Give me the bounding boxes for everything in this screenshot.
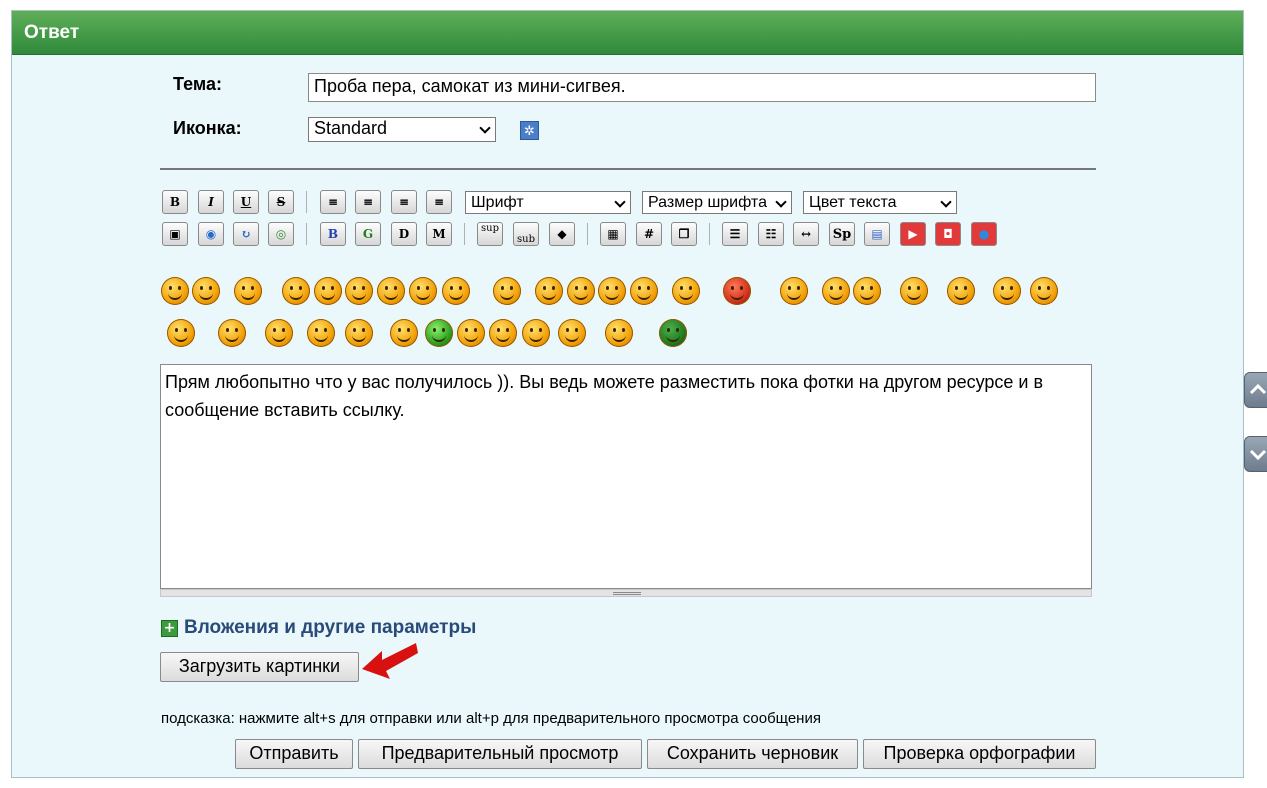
sub-button[interactable]: sub	[513, 222, 539, 246]
smiley-icon[interactable]	[822, 277, 850, 305]
text-color-select[interactable]: Цвет текста	[803, 191, 957, 214]
smiley-icon[interactable]	[377, 277, 405, 305]
smiley-icon[interactable]	[947, 277, 975, 305]
upload-images-button[interactable]: Загрузить картинки	[160, 652, 359, 682]
devil-icon[interactable]	[723, 277, 751, 305]
smiley-icon[interactable]	[218, 319, 246, 347]
numbered-list-icon[interactable]: ☷	[758, 222, 784, 246]
toolbar-separator	[306, 191, 307, 213]
smiley-icon[interactable]	[457, 319, 485, 347]
spell-check-button[interactable]: Проверка орфографии	[863, 739, 1096, 769]
align-right-icon[interactable]: ≡	[391, 190, 417, 214]
scroll-up-button[interactable]	[1244, 372, 1267, 408]
smiley-icon[interactable]	[234, 277, 262, 305]
smiley-icon[interactable]	[265, 319, 293, 347]
panel-title: Ответ	[12, 11, 1243, 55]
smiley-icon[interactable]	[442, 277, 470, 305]
smiley-icon[interactable]	[605, 319, 633, 347]
plus-icon: +	[161, 619, 178, 637]
smiley-icon[interactable]	[535, 277, 563, 305]
gear-icon[interactable]: ✲	[520, 121, 539, 140]
scroll-down-button[interactable]	[1244, 436, 1267, 472]
send-button[interactable]: Отправить	[235, 739, 353, 769]
chevron-up-icon	[1249, 383, 1267, 395]
green-g-button[interactable]: G	[355, 222, 381, 246]
table-icon[interactable]: ▦	[600, 222, 626, 246]
sup-button[interactable]: sup	[477, 222, 503, 246]
icon-label: Иконка:	[173, 118, 242, 138]
divider	[160, 168, 1096, 170]
resize-handle[interactable]	[160, 589, 1092, 597]
smiley-icon[interactable]	[282, 277, 310, 305]
icon-select[interactable]: Standard	[308, 117, 496, 142]
blue-b-button[interactable]: B	[320, 222, 346, 246]
toolbar-separator	[587, 223, 588, 245]
card-icon[interactable]: ▤	[864, 222, 890, 246]
smiley-icon[interactable]	[853, 277, 881, 305]
smiley-icon[interactable]	[672, 277, 700, 305]
user-video-icon[interactable]: ●	[971, 222, 997, 246]
subject-label: Тема:	[173, 74, 222, 94]
d-icon[interactable]: D	[391, 222, 417, 246]
align-justify-icon[interactable]: ≡	[426, 190, 452, 214]
m-button[interactable]: M	[426, 222, 452, 246]
quote-icon[interactable]: ❐	[671, 222, 697, 246]
smiley-icon[interactable]	[345, 277, 373, 305]
search-video-icon[interactable]: ◘	[935, 222, 961, 246]
smiley-icon[interactable]	[307, 319, 335, 347]
smiley-icon[interactable]	[522, 319, 550, 347]
subject-input[interactable]: Проба пера, самокат из мини-сигвея.	[308, 73, 1096, 102]
save-draft-button[interactable]: Сохранить черновик	[647, 739, 858, 769]
align-center-icon[interactable]: ≡	[355, 190, 381, 214]
web-icon[interactable]: ◎	[268, 222, 294, 246]
smiley-icon[interactable]	[780, 277, 808, 305]
sick-smiley-icon[interactable]	[425, 319, 453, 347]
underline-button[interactable]: U	[233, 190, 259, 214]
toolbar-separator	[464, 223, 465, 245]
attachments-label: Вложения и другие параметры	[184, 617, 477, 638]
smiley-icon[interactable]	[314, 277, 342, 305]
smiley-icon[interactable]	[390, 319, 418, 347]
chevron-down-icon	[1249, 449, 1267, 461]
preview-button[interactable]: Предварительный просмотр	[358, 739, 642, 769]
red-arrow-icon	[362, 643, 418, 679]
italic-button[interactable]: I	[198, 190, 224, 214]
smiley-icon[interactable]	[489, 319, 517, 347]
smiley-icon[interactable]	[409, 277, 437, 305]
reply-panel: Ответ Тема: Проба пера, самокат из мини-…	[11, 10, 1244, 778]
smiley-icon[interactable]	[1030, 277, 1058, 305]
hash-button[interactable]: #	[636, 222, 662, 246]
smiley-icon[interactable]	[567, 277, 595, 305]
smiley-icon[interactable]	[161, 277, 189, 305]
smiley-icon[interactable]	[493, 277, 521, 305]
horizontal-line-icon[interactable]: ↔	[793, 222, 819, 246]
hint-text: подсказка: нажмите alt+s для отправки ил…	[161, 710, 821, 727]
smiley-icon[interactable]	[345, 319, 373, 347]
more-smileys-icon[interactable]	[659, 319, 687, 347]
smiley-icon[interactable]	[598, 277, 626, 305]
youtube-icon[interactable]: ▶	[900, 222, 926, 246]
message-textarea[interactable]: Прям любопытно что у вас получилось )). …	[160, 364, 1092, 589]
bold-button[interactable]: B	[162, 190, 188, 214]
toolbar-separator	[709, 223, 710, 245]
strike-button[interactable]: S	[268, 190, 294, 214]
smiley-icon[interactable]	[167, 319, 195, 347]
globe-icon[interactable]: ◉	[198, 222, 224, 246]
smiley-icon[interactable]	[192, 277, 220, 305]
toolbar-separator	[306, 223, 307, 245]
smiley-icon[interactable]	[630, 277, 658, 305]
align-left-icon[interactable]: ≡	[320, 190, 346, 214]
smiley-icon[interactable]	[900, 277, 928, 305]
code-icon[interactable]: ◆	[549, 222, 575, 246]
image-icon[interactable]: ▣	[162, 222, 188, 246]
smiley-icon[interactable]	[558, 319, 586, 347]
attachments-toggle[interactable]: + Вложения и другие параметры	[161, 617, 476, 639]
bullet-list-icon[interactable]: ☰	[722, 222, 748, 246]
refresh-icon[interactable]: ↻	[233, 222, 259, 246]
font-select[interactable]: Шрифт	[465, 191, 631, 214]
smiley-icon[interactable]	[993, 277, 1021, 305]
font-size-select[interactable]: Размер шрифта	[642, 191, 792, 214]
spoiler-button[interactable]: Sp	[829, 222, 855, 246]
